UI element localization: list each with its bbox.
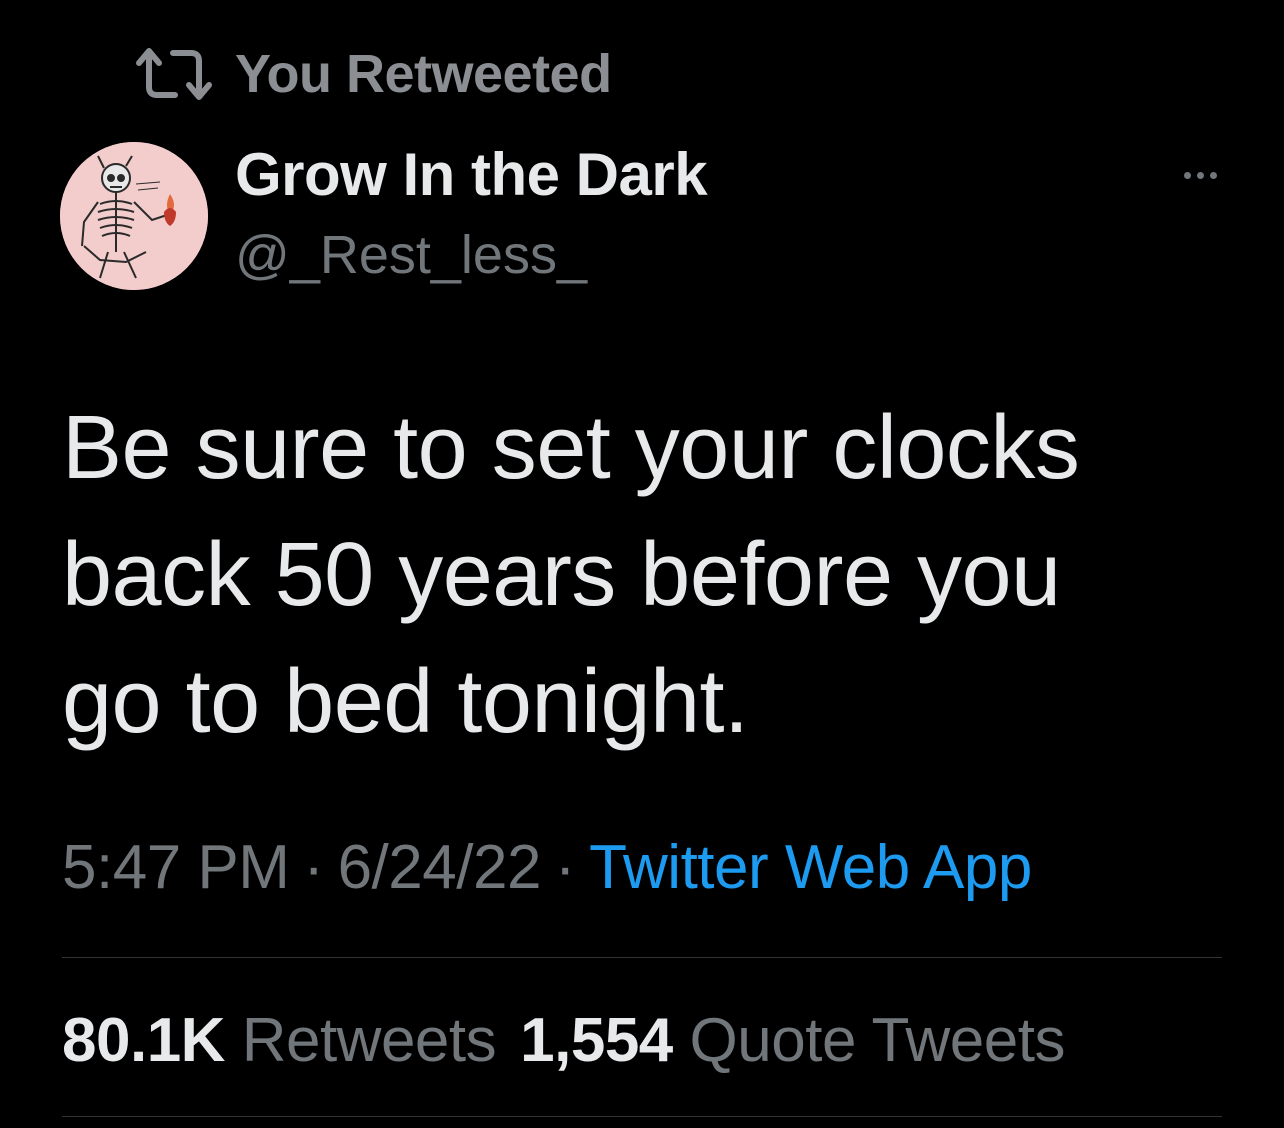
meta-separator: ·	[554, 833, 576, 902]
retweet-label: You Retweeted	[235, 44, 612, 104]
tweet-line: back 50 years before you	[62, 525, 1061, 625]
tweet-source-link[interactable]: Twitter Web App	[589, 833, 1032, 902]
author-display-name[interactable]: Grow In the Dark	[235, 140, 708, 209]
more-dot	[1183, 171, 1191, 179]
author-handle[interactable]: @_Rest_less_	[235, 224, 587, 286]
avatar[interactable]	[60, 142, 208, 290]
tweet-line: go to bed tonight.	[62, 652, 749, 752]
retweets-label: Retweets	[241, 1006, 497, 1075]
quote-tweets-count: 1,554	[520, 1006, 673, 1075]
tweet-meta: 5:47 PM · 6/24/22 · Twitter Web App	[62, 832, 1032, 903]
more-dot	[1196, 171, 1204, 179]
divider	[62, 957, 1222, 958]
tweet-date[interactable]: 6/24/22	[338, 833, 542, 902]
tweet-time[interactable]: 5:47 PM	[62, 833, 290, 902]
retweet-banner: You Retweeted	[135, 42, 612, 106]
quote-tweets-stat[interactable]: 1,554 Quote Tweets	[520, 1006, 1065, 1075]
more-dot	[1209, 171, 1217, 179]
retweets-count: 80.1K	[62, 1006, 225, 1075]
retweets-stat[interactable]: 80.1K Retweets	[62, 1006, 497, 1075]
tweet-stats: 80.1K Retweets 1,554 Quote Tweets	[62, 1005, 1065, 1076]
more-dots-icon[interactable]	[1170, 160, 1230, 190]
quote-tweets-label: Quote Tweets	[689, 1006, 1066, 1075]
skeleton-avatar	[60, 142, 208, 290]
retweet-icon	[136, 48, 212, 100]
tweet-text: Be sure to set your clocks back 50 years…	[62, 385, 1242, 766]
meta-separator: ·	[303, 833, 324, 902]
divider	[62, 1116, 1222, 1117]
tweet-line: Be sure to set your clocks	[62, 398, 1080, 498]
